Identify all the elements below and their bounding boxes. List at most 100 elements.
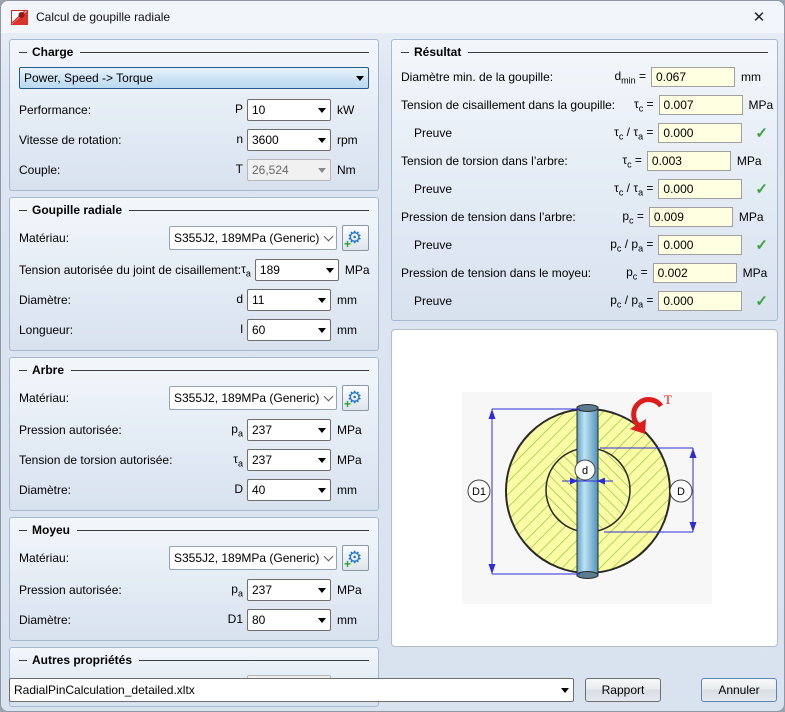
symbol-label: pa [231,582,243,598]
field-row-speed: Vitesse de rotation: n 3600 rpm [19,129,369,151]
report-button[interactable]: Rapport [585,678,661,702]
pin-material-combobox[interactable]: S355J2, 189MPa (Generic) [169,226,337,250]
close-button[interactable]: ✕ [744,5,774,29]
unit-label: MPa [345,263,370,277]
symbol-label: τa [241,262,251,278]
shear-stress-combobox[interactable]: 189 [255,259,339,281]
hub-material-combobox[interactable]: S355J2, 189MPa (Generic) [169,546,337,570]
unit-label: MPa [737,154,761,168]
chevron-down-icon [314,618,330,623]
chevron-down-icon [314,108,330,113]
label-T: T [664,392,672,407]
field-row-performance: Performance: P 10 kW [19,99,369,121]
chevron-down-icon [320,393,336,403]
unit-label: mm [337,613,369,627]
result-symbol: τc / τa = [577,125,653,141]
dialog-calcul-goupille-radiale: Calcul de goupille radiale ✕ Charge Powe… [0,0,785,712]
label-D: D [677,486,685,498]
result-label: Tension de torsion dans l’arbre: [401,154,568,168]
unit-label: MPa [337,453,369,467]
material-row: Matériau: S355J2, 189MPa (Generic) ⚙+ [19,385,369,411]
shaft-torsion-combobox[interactable]: 237 [247,449,331,471]
result-label: Preuve [401,182,577,196]
pin-material-settings-button[interactable]: ⚙+ [342,225,369,251]
result-field: 0.000 [658,235,742,255]
gear-plus-icon: ⚙+ [347,549,362,566]
hub-diameter-combobox[interactable]: 80 [247,609,331,631]
pin-diagram: D1 D d T [392,330,777,647]
chevron-down-icon [314,588,330,593]
symbol-label: l [240,322,243,338]
hub-material-settings-button[interactable]: ⚙+ [342,545,369,571]
shaft-diameter-combobox[interactable]: 40 [247,479,331,501]
result-field: 0.002 [653,263,737,283]
result-label: Tension de cisaillement dans la goupille… [401,98,615,112]
pin-top-cap [577,405,598,412]
check-icon: ✓ [755,182,768,197]
field-row-shear-stress: Tension autorisée du joint de cisailleme… [19,259,369,281]
chevron-down-icon [320,233,336,243]
symbol-label: D1 [228,612,243,628]
chevron-down-icon [314,168,330,173]
result-symbol: τc = [615,97,653,113]
result-label: Preuve [401,126,577,140]
result-field: 0.000 [658,179,742,199]
group-charge: Charge Power, Speed -> Torque Performanc… [9,39,379,191]
shaft-material-settings-button[interactable]: ⚙+ [342,385,369,411]
field-label: Performance: [19,103,235,117]
material-row: Matériau: S355J2, 189MPa (Generic) ⚙+ [19,545,369,571]
result-symbol: τc = [568,153,642,169]
result-row: Tension de cisaillement dans la goupille… [401,95,768,115]
group-title: Goupille radiale [32,203,122,217]
app-icon [11,10,28,25]
hub-pressure-combobox[interactable]: 237 [247,579,331,601]
field-label: Vitesse de rotation: [19,133,236,147]
result-symbol: pc / pa = [577,237,653,253]
field-row-pin-diameter: Diamètre: d 11 mm [19,289,369,311]
field-label: Couple: [19,163,236,177]
load-mode-combobox[interactable]: Power, Speed -> Torque [19,67,369,89]
shaft-pressure-combobox[interactable]: 237 [247,419,331,441]
shaft-material-combobox[interactable]: S355J2, 189MPa (Generic) [169,386,337,410]
result-field: 0.067 [651,67,735,87]
result-field: 0.007 [659,95,743,115]
field-label: Matériau: [19,231,169,245]
field-row-hub-pressure: Pression autorisée: pa 237 MPa [19,579,369,601]
performance-combobox[interactable]: 10 [247,99,331,121]
unit-label: Nm [337,163,369,177]
group-collapse-dash [19,660,27,661]
group-collapse-dash [19,210,27,211]
pin-bottom-cap [577,572,598,579]
gear-plus-icon: ⚙+ [347,229,362,246]
result-row-proof: Preuve τc / τa = 0.000 ✓ [401,179,768,199]
result-label: Pression de tension dans l’arbre: [401,210,576,224]
group-collapse-dash [401,52,409,53]
unit-label: mm [337,293,369,307]
group-resultat: Résultat Diamètre min. de la goupille: d… [391,39,778,321]
field-label: Diamètre: [19,483,234,497]
group-title: Résultat [414,45,461,59]
group-arbre: Arbre Matériau: S355J2, 189MPa (Generic)… [9,357,379,511]
chevron-down-icon [314,138,330,143]
report-template-combobox[interactable]: RadialPinCalculation_detailed.xltx [9,678,574,702]
unit-label: kW [337,103,369,117]
result-label: Diamètre min. de la goupille: [401,70,570,84]
chevron-down-icon [352,76,368,81]
check-icon: ✓ [755,126,768,141]
pin-diameter-combobox[interactable]: 11 [247,289,331,311]
right-column: Résultat Diamètre min. de la goupille: d… [391,39,778,647]
field-label: Pression autorisée: [19,423,231,437]
symbol-label: P [235,102,243,118]
chevron-down-icon [322,268,338,273]
unit-label: MPa [749,98,761,112]
chevron-down-icon [320,553,336,563]
pin-length-combobox[interactable]: 60 [247,319,331,341]
speed-combobox[interactable]: 3600 [247,129,331,151]
group-collapse-dash [19,530,27,531]
result-symbol: τc / τa = [577,181,653,197]
symbol-label: pa [231,422,243,438]
cancel-button[interactable]: Annuler [701,678,777,702]
unit-label: mm [337,483,369,497]
result-label: Preuve [401,294,577,308]
symbol-label: d [236,292,243,308]
